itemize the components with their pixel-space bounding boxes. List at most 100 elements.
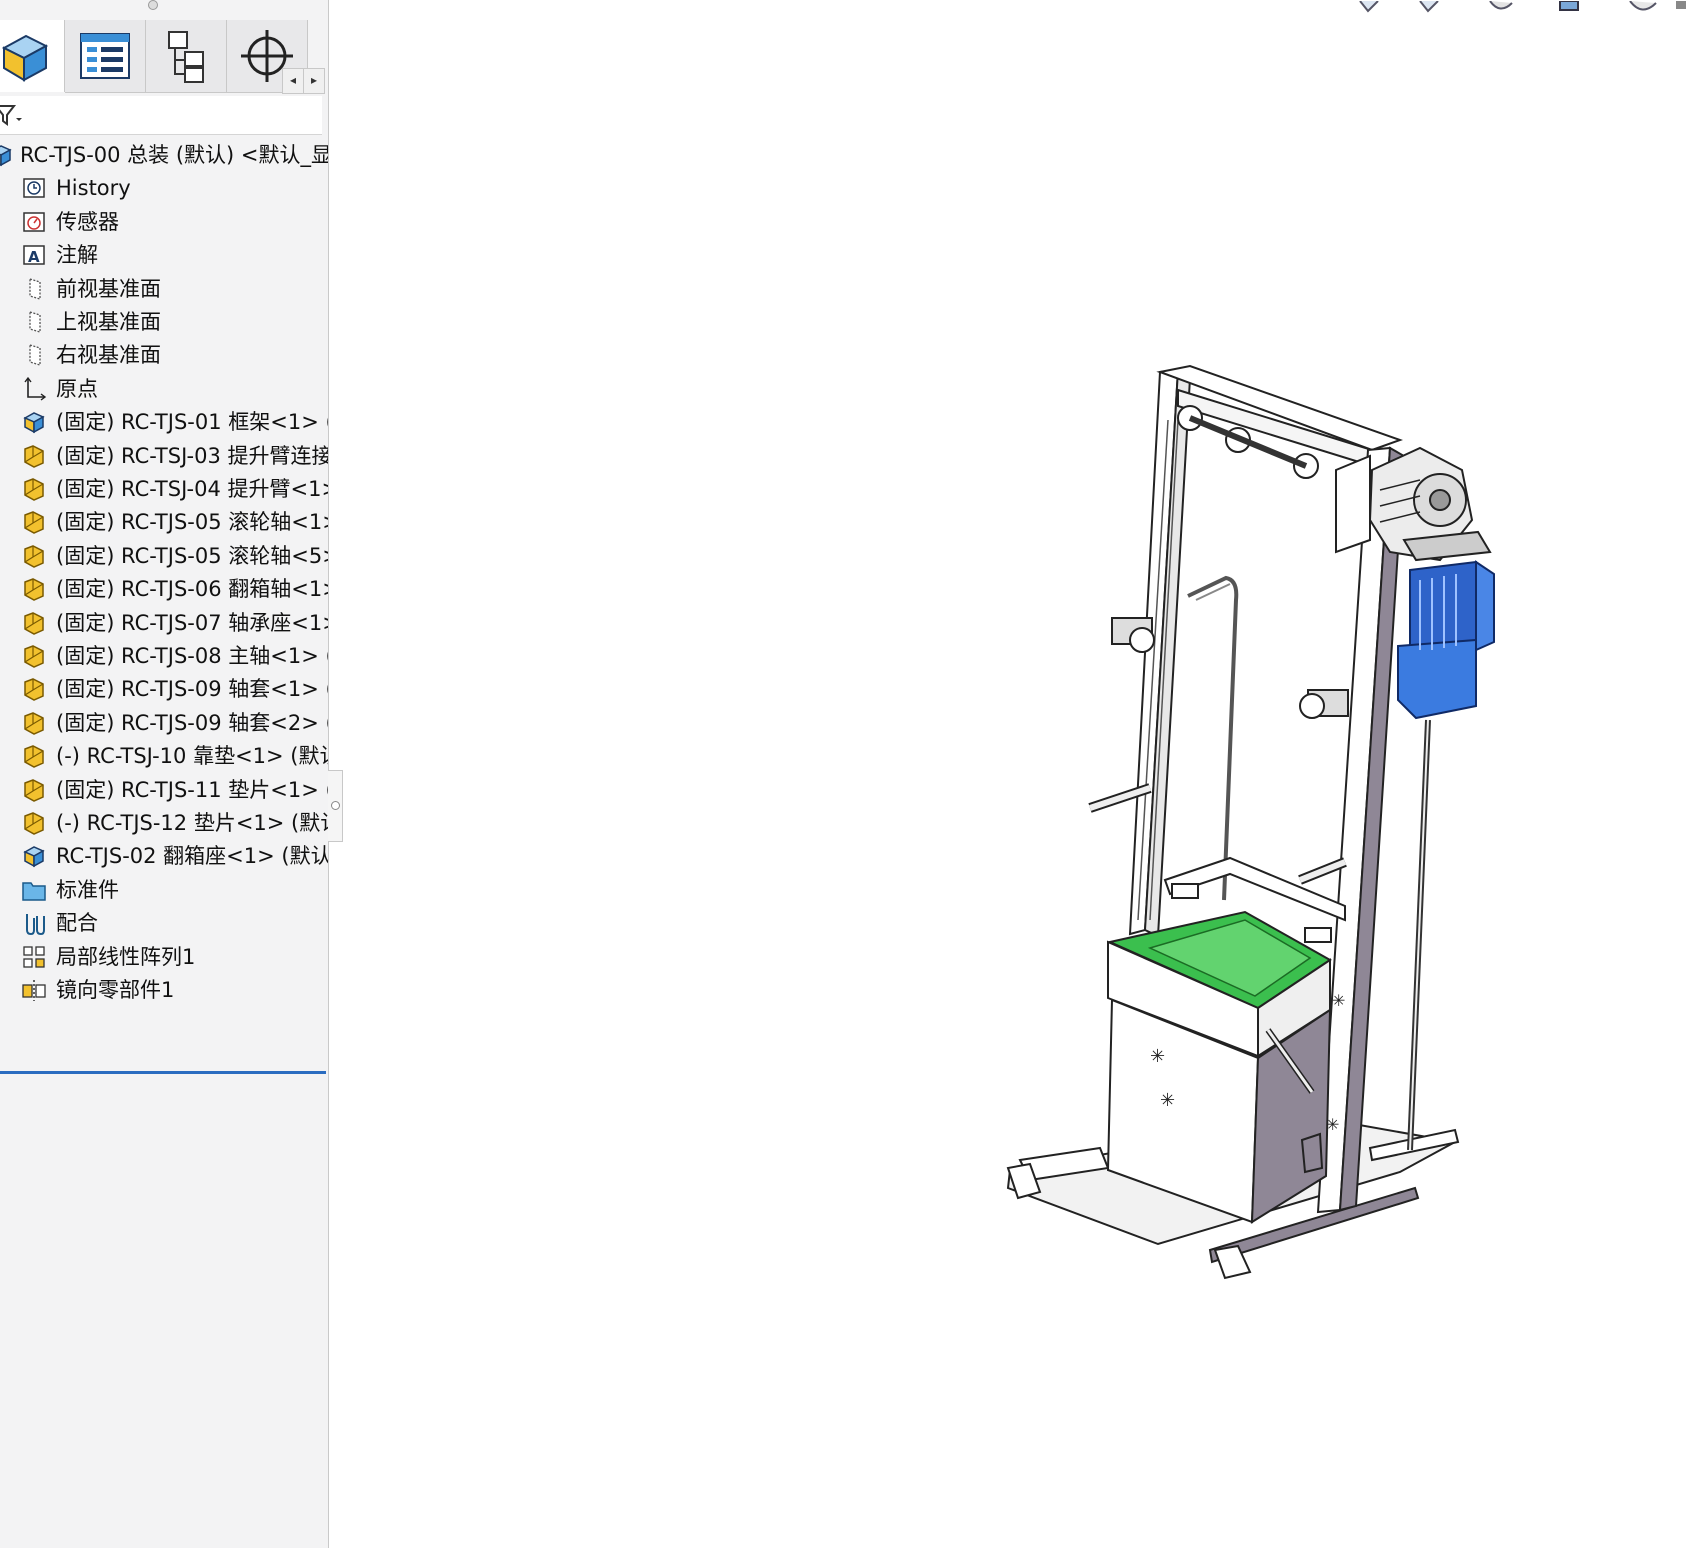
tree-item[interactable]: (固定) RC-TJS-07 轴承座<1>	[0, 606, 329, 640]
assembly-icon	[0, 142, 14, 168]
plane-icon	[21, 276, 47, 302]
filter-icon	[0, 105, 22, 126]
tree-item[interactable]: (固定) RC-TJS-01 框架<1> (	[0, 405, 329, 439]
part-icon	[21, 509, 47, 535]
part-icon	[21, 710, 47, 736]
folder-icon	[21, 877, 47, 903]
tree-item-label: (固定) RC-TJS-09 轴套<1> (	[56, 677, 329, 702]
tree-item-label: (固定) RC-TJS-11 垫片<1> (	[56, 777, 329, 802]
right-post	[1316, 446, 1406, 1214]
part-icon	[21, 643, 47, 669]
part-icon	[21, 543, 47, 569]
graphics-area[interactable]: ✳ ✳ ✳ ✳	[329, 0, 1690, 1548]
tree-item[interactable]: A 注解	[0, 238, 328, 272]
tree-item[interactable]: (-) RC-TJS-12 垫片<1> (默认	[0, 806, 329, 840]
manager-tabs: ◂ ▸	[0, 20, 326, 94]
tree-item[interactable]: RC-TJS-02 翻箱座<1> (默认	[0, 839, 329, 873]
feature-manager-panel: ◂ ▸ RC-TJS-00 总装 (默认) <默认_显 History 传感器 A 注解…	[0, 0, 329, 1548]
part-icon	[21, 743, 47, 769]
svg-text:✳: ✳	[1326, 1115, 1339, 1134]
plane-icon	[21, 342, 47, 368]
tree-item-label: 右视基准面	[56, 343, 161, 368]
tree-item[interactable]: 镜向零部件1	[0, 973, 328, 1007]
property-list-icon	[80, 33, 130, 79]
tree-item-label: 上视基准面	[56, 310, 161, 334]
history-icon	[21, 175, 47, 201]
tree-item-label: 镜向零部件1	[56, 978, 175, 1002]
tree-item-label: 标准件	[56, 877, 119, 902]
tree-item-label: (固定) RC-TJS-09 轴套<2> (	[56, 710, 329, 735]
tree-item-label: (-) RC-TJS-12 垫片<1> (默认	[56, 811, 329, 835]
tab-configuration-manager[interactable]	[146, 20, 227, 93]
tree-item-label: 注解	[56, 243, 98, 268]
tree-item[interactable]: 上视基准面	[0, 305, 328, 339]
tree-item[interactable]: (固定) RC-TSJ-04 提升臂<1>	[0, 472, 328, 506]
tree-root-assembly[interactable]: RC-TJS-00 总装 (默认) <默认_显	[0, 138, 329, 172]
svg-text:A: A	[28, 248, 40, 266]
tree-item[interactable]: 标准件	[0, 873, 328, 907]
tab-feature-manager[interactable]	[0, 20, 65, 92]
tree-item[interactable]: 原点	[0, 372, 328, 406]
tab-property-manager[interactable]	[65, 20, 146, 93]
tree-item[interactable]: (固定) RC-TJS-08 主轴<1> (	[0, 639, 328, 673]
part-icon	[21, 576, 47, 602]
tree-item-label: RC-TJS-00 总装 (默认) <默认_显	[20, 143, 329, 167]
assembly-model-view: ✳ ✳ ✳ ✳	[1006, 364, 1495, 1280]
tree-item-label: (固定) RC-TJS-06 翻箱轴<1>	[56, 577, 329, 602]
motor	[1397, 560, 1495, 720]
sensor-icon	[21, 209, 47, 235]
svg-text:✳: ✳	[1160, 1090, 1175, 1111]
subassembly-icon	[21, 843, 47, 869]
bearing-right	[1299, 689, 1349, 719]
tree-item[interactable]: History	[0, 171, 328, 205]
tree-item[interactable]: 右视基准面	[0, 338, 328, 372]
tree-item-label: (固定) RC-TJS-05 滚轮轴<1>	[56, 510, 329, 535]
tree-item-label: 传感器	[56, 209, 119, 234]
mates-icon	[21, 910, 47, 936]
tree-item[interactable]: (固定) RC-TJS-05 滚轮轴<5>	[0, 539, 329, 573]
tree-item-label: 局部线性阵列1	[56, 944, 196, 969]
part-icon	[21, 777, 47, 803]
tree-item[interactable]: (-) RC-TSJ-10 靠垫<1> (默认	[0, 739, 328, 773]
tree-item[interactable]: 前视基准面	[0, 272, 328, 306]
tree-item-label: (固定) RC-TJS-07 轴承座<1>	[56, 610, 329, 635]
tree-filter-bar[interactable]	[0, 96, 322, 135]
pattern-icon	[21, 944, 47, 970]
tree-item-label: History	[56, 176, 131, 201]
tree-item[interactable]: (固定) RC-TJS-09 轴套<2> (	[0, 706, 329, 740]
tab-scroll-left[interactable]: ◂	[282, 68, 304, 94]
tipping-bin: ✳ ✳ ✳ ✳	[1106, 910, 1345, 1224]
part-icon	[21, 443, 47, 469]
plane-icon	[21, 309, 47, 335]
tree-item-label: (固定) RC-TJS-01 框架<1> (	[56, 410, 329, 435]
tree-item[interactable]: (固定) RC-TSJ-03 提升臂连接	[0, 439, 329, 473]
tree-item[interactable]: (固定) RC-TJS-11 垫片<1> (	[0, 773, 329, 807]
tree-item[interactable]: 配合	[0, 906, 328, 940]
tree-item-label: 配合	[56, 911, 98, 936]
tree-item[interactable]: (固定) RC-TJS-05 滚轮轴<1>	[0, 505, 329, 539]
tree-item-label: 前视基准面	[56, 276, 161, 301]
origin-icon	[21, 376, 47, 402]
left-post	[1128, 368, 1192, 938]
tab-scroll-right[interactable]: ▸	[303, 68, 325, 94]
tree-item-label: (固定) RC-TJS-05 滚轮轴<5>	[56, 543, 329, 568]
tree-end-marker	[0, 1071, 326, 1074]
configuration-icon	[168, 31, 204, 83]
tree-item-label: RC-TJS-02 翻箱座<1> (默认	[56, 844, 329, 869]
part-icon	[21, 676, 47, 702]
part-cube-icon	[1, 34, 49, 82]
tree-item-label: 原点	[56, 376, 98, 401]
panel-grip[interactable]	[148, 0, 158, 10]
tree-item[interactable]: 传感器	[0, 205, 328, 239]
tree-item[interactable]: 局部线性阵列1	[0, 940, 328, 974]
tree-item[interactable]: (固定) RC-TJS-06 翻箱轴<1>	[0, 572, 329, 606]
part-icon	[21, 476, 47, 502]
annotation-icon: A	[21, 242, 47, 268]
svg-text:✳: ✳	[1332, 991, 1345, 1010]
part-icon	[21, 810, 47, 836]
tree-item-label: (固定) RC-TSJ-03 提升臂连接	[56, 443, 329, 468]
mirror-icon	[21, 977, 47, 1003]
subassembly-icon	[21, 409, 47, 435]
part-icon	[21, 610, 47, 636]
tree-item[interactable]: (固定) RC-TJS-09 轴套<1> (	[0, 672, 329, 706]
